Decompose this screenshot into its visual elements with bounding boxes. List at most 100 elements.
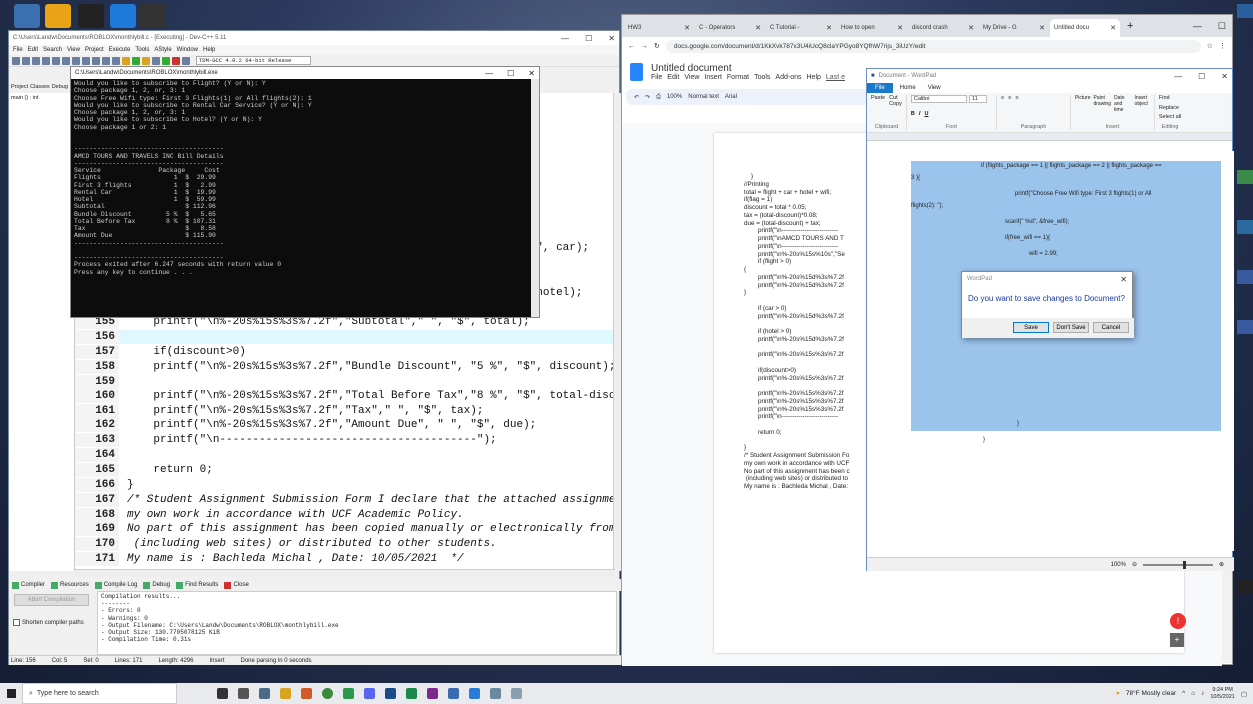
chrome-icon[interactable] <box>322 688 333 699</box>
close-tab-icon[interactable]: ✕ <box>826 24 832 32</box>
cortana-icon[interactable] <box>217 688 228 699</box>
check-icon[interactable] <box>162 56 170 65</box>
spotify-icon[interactable] <box>343 688 354 699</box>
editor-horizontal-scrollbar[interactable] <box>75 569 615 577</box>
zoom-in-icon[interactable]: ⊕ <box>1219 561 1224 568</box>
desktop-icon-4[interactable] <box>110 4 136 28</box>
close-tab-icon[interactable]: ✕ <box>1110 24 1116 32</box>
maximize-icon[interactable]: ☐ <box>585 34 592 43</box>
save-icon[interactable] <box>32 56 40 65</box>
code-line[interactable]: 158 printf("\n%-20s%15s%3s%7.2f","Bundle… <box>75 360 615 374</box>
minimize-icon[interactable]: — <box>1174 72 1182 81</box>
code-line[interactable]: 160 printf("\n%-20s%15s%3s%7.2f","Total … <box>75 389 615 403</box>
taskbar-search[interactable]: ⌕ Type here to search <box>22 683 177 704</box>
code-line[interactable]: 156 <box>75 330 615 344</box>
close-file-icon[interactable] <box>52 56 60 65</box>
paste-button[interactable]: Paste <box>871 95 885 107</box>
new-tab-icon[interactable]: + <box>1121 20 1139 32</box>
menu-astyle[interactable]: AStyle <box>154 47 171 53</box>
tab-resources[interactable]: Resources <box>51 581 89 589</box>
find-button[interactable]: Find <box>1159 95 1181 101</box>
maximize-icon[interactable]: ☐ <box>1218 21 1226 32</box>
doc-title[interactable]: Untitled document <box>651 63 845 74</box>
desktop-icon-right-1[interactable] <box>1237 4 1253 18</box>
align-right-icon[interactable]: ≡ <box>1015 95 1018 101</box>
menu-dots-icon[interactable]: ⋮ <box>1219 42 1226 50</box>
tab-find-results[interactable]: Find Results <box>176 581 218 589</box>
close-tab-icon[interactable]: ✕ <box>684 24 690 32</box>
devcpp-icon[interactable] <box>448 688 459 699</box>
docs-menu-view[interactable]: View <box>684 74 699 81</box>
ribbon-tab-view[interactable]: View <box>923 85 946 91</box>
zoom-slider-thumb[interactable] <box>1182 560 1186 569</box>
tab-classes[interactable]: Classes <box>30 84 50 90</box>
reload-icon[interactable]: ↻ <box>654 42 660 50</box>
volume-icon[interactable]: ♪ <box>1201 690 1204 697</box>
console-scrollbar[interactable] <box>531 79 539 317</box>
zoom-out-icon[interactable]: ⊖ <box>1132 561 1137 568</box>
close-icon[interactable]: ✕ <box>1120 275 1127 284</box>
debug-icon[interactable] <box>182 56 190 65</box>
tab-debug-bottom[interactable]: Debug <box>143 581 170 589</box>
stop-icon[interactable] <box>172 56 180 65</box>
code-line[interactable]: 169 No part of this assignment has been c… <box>75 522 615 536</box>
desktop-icon-right-5[interactable] <box>1237 320 1253 334</box>
replace-button[interactable]: Replace <box>1159 105 1181 111</box>
redo-icon[interactable]: ↷ <box>645 94 650 101</box>
ribbon-tab-home[interactable]: Home <box>895 85 921 91</box>
close-icon[interactable]: ✕ <box>1221 72 1228 81</box>
app-icon[interactable] <box>511 688 522 699</box>
tab-debug[interactable]: Debug <box>52 84 68 90</box>
console-window[interactable]: C:\Users\Landw\Documents\ROBLOX\monthlyb… <box>70 66 540 318</box>
find-icon[interactable] <box>92 56 100 65</box>
steam-icon[interactable] <box>385 688 396 699</box>
code-line[interactable]: 166} <box>75 478 615 492</box>
code-line[interactable]: 159 <box>75 375 615 389</box>
desktop-icon-right-6[interactable] <box>1237 580 1253 594</box>
code-line[interactable]: 171 My name is : Bachleda Michal , Date: … <box>75 552 615 566</box>
compile-icon[interactable] <box>122 56 130 65</box>
date-time-button[interactable]: Date and time <box>1114 95 1132 113</box>
desktop-icon-5[interactable] <box>140 4 166 28</box>
network-icon[interactable]: ⌂ <box>1191 690 1195 697</box>
code-line[interactable]: 168 my own work in accordance with UCF Ac… <box>75 508 615 522</box>
maximize-icon[interactable]: ☐ <box>1198 72 1205 81</box>
notifications-icon[interactable]: ▢ <box>1241 690 1247 698</box>
paint-drawing-button[interactable]: Paint drawing <box>1093 95 1111 113</box>
code-line[interactable]: 163 printf("\n--------------------------… <box>75 433 615 447</box>
desktop-icon-1[interactable] <box>14 4 40 28</box>
tab-close[interactable]: Close <box>224 581 249 589</box>
app-icon[interactable] <box>259 688 270 699</box>
desktop-icon-right-4[interactable] <box>1237 270 1253 284</box>
desktop-icon-right-3[interactable] <box>1237 220 1253 234</box>
task-view-icon[interactable] <box>238 688 249 699</box>
back-icon[interactable]: ← <box>628 43 635 50</box>
chrome-tab-untitled-doc[interactable]: Untitled docu ✕ <box>1050 19 1120 37</box>
replace-icon[interactable] <box>102 56 110 65</box>
wordpad-ruler[interactable] <box>867 133 1232 141</box>
clock[interactable]: 9:24 PM 10/5/2021 <box>1210 687 1234 701</box>
close-icon[interactable]: ✕ <box>608 34 615 43</box>
xbox-icon[interactable] <box>406 688 417 699</box>
app-icon[interactable] <box>301 688 312 699</box>
shorten-paths-option[interactable]: Shorten compiler paths <box>13 619 84 626</box>
url-input[interactable]: docs.google.com/document/d/1KkXvk787x3U4… <box>665 39 1201 53</box>
file-explorer-icon[interactable] <box>280 688 291 699</box>
compile-run-icon[interactable] <box>142 56 150 65</box>
tab-project[interactable]: Project <box>11 84 28 90</box>
docs-logo-icon[interactable] <box>630 63 643 81</box>
code-line[interactable]: 161 printf("\n%-20s%15s%3s%7.2f","Tax","… <box>75 404 615 418</box>
style-select[interactable]: Normal text <box>688 94 719 100</box>
forward-icon[interactable]: → <box>641 43 648 50</box>
menu-window[interactable]: Window <box>177 47 198 53</box>
save-icon[interactable]: ■ <box>871 73 875 79</box>
minimize-icon[interactable]: — <box>485 69 493 78</box>
desktop-icon-3[interactable] <box>78 4 104 28</box>
wordpad-icon[interactable] <box>469 688 480 699</box>
ribbon-tab-file[interactable]: File <box>867 83 893 93</box>
undo-icon[interactable]: ↶ <box>634 94 639 101</box>
docs-menu-help[interactable]: Help <box>807 74 821 81</box>
app-icon[interactable] <box>427 688 438 699</box>
class-tree-item[interactable]: main () : int <box>11 95 72 101</box>
editor-vertical-scrollbar[interactable] <box>613 93 621 571</box>
